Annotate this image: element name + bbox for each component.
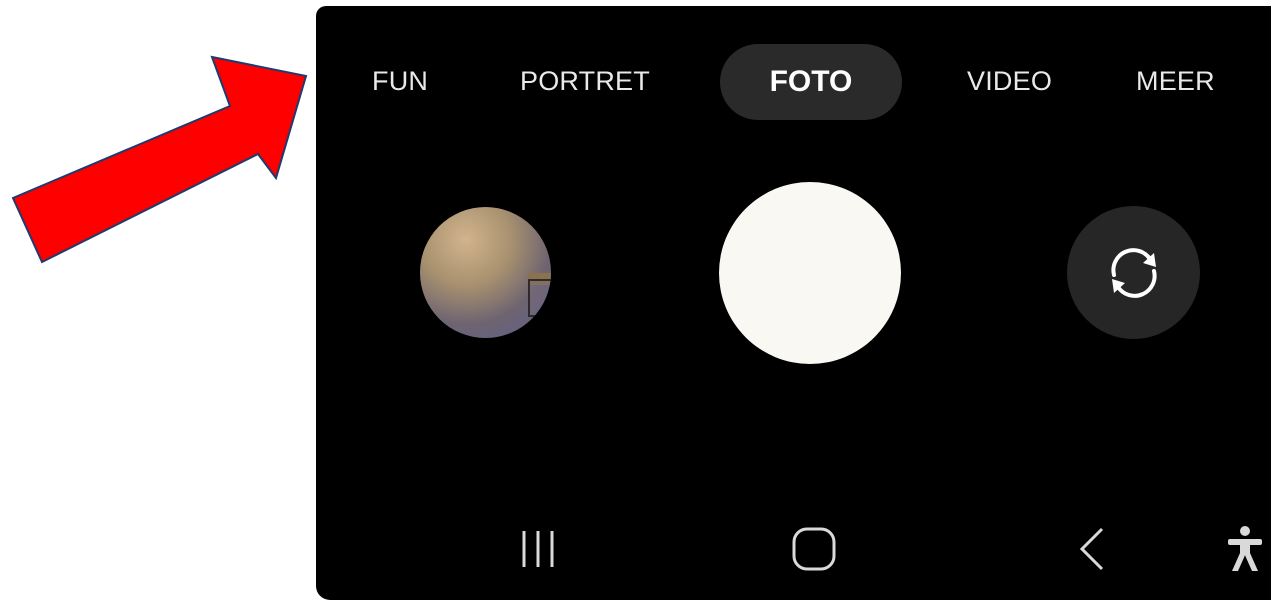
camera-app-screen: FUN PORTRET FOTO VIDEO MEER <box>316 6 1271 600</box>
mode-portret[interactable]: PORTRET <box>520 66 650 97</box>
switch-camera-button[interactable] <box>1067 206 1200 339</box>
gallery-thumbnail[interactable] <box>420 207 551 338</box>
mode-foto-selected[interactable]: FOTO <box>720 44 902 120</box>
back-button[interactable] <box>1052 514 1132 584</box>
mode-fun[interactable]: FUN <box>372 66 428 97</box>
back-icon <box>1079 527 1104 571</box>
screenshot-stage: FUN PORTRET FOTO VIDEO MEER <box>0 0 1271 600</box>
recents-icon <box>522 531 554 567</box>
arrow-right-up-icon <box>11 55 308 264</box>
home-button[interactable] <box>774 514 854 584</box>
shutter-button[interactable] <box>719 182 901 364</box>
mode-foto-label: FOTO <box>769 65 853 98</box>
home-icon <box>792 527 836 571</box>
mode-video[interactable]: VIDEO <box>967 66 1052 97</box>
mode-meer[interactable]: MEER <box>1136 66 1215 97</box>
accessibility-icon <box>1228 526 1262 571</box>
recents-button[interactable] <box>498 514 578 584</box>
thumbnail-detail-frame <box>528 279 551 317</box>
switch-camera-icon <box>1110 247 1157 298</box>
accessibility-button[interactable] <box>1212 514 1271 584</box>
